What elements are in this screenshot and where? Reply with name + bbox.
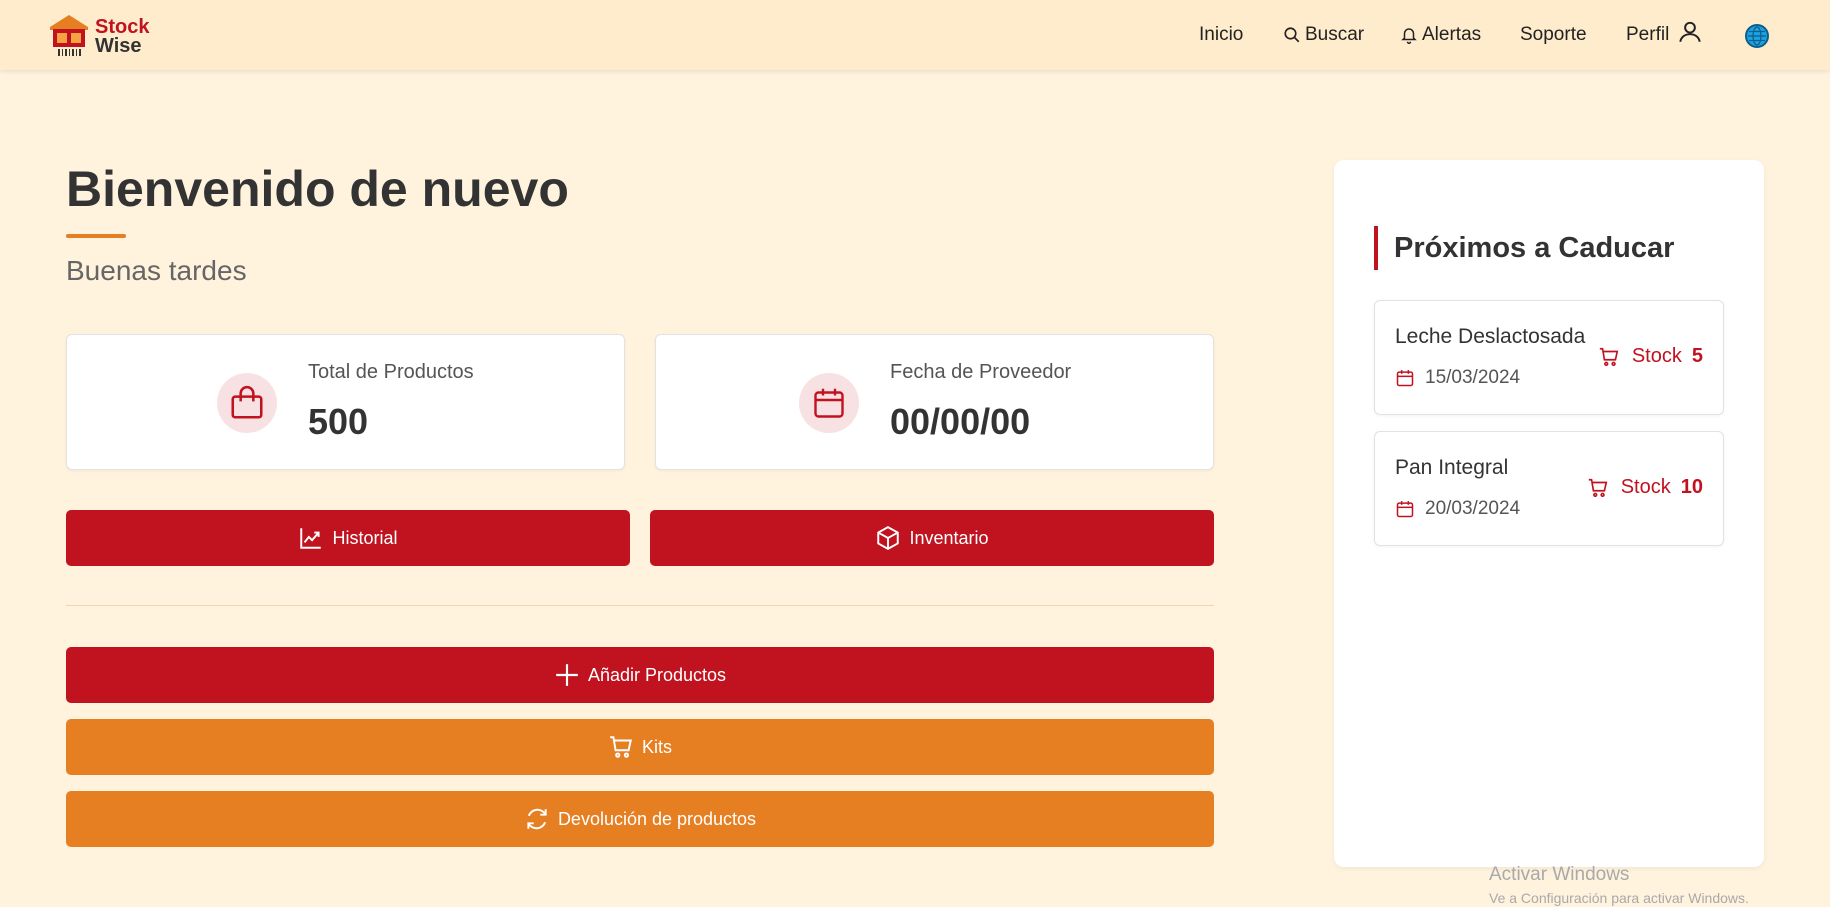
supplier-date-card: Fecha de Proveedor 00/00/00 xyxy=(655,334,1214,470)
stat-value: 500 xyxy=(308,401,369,442)
add-products-button[interactable]: Añadir Productos xyxy=(66,647,1214,703)
add-products-label: Añadir Productos xyxy=(587,664,727,685)
globe-icon[interactable] xyxy=(1745,24,1769,48)
section-divider xyxy=(66,605,1214,606)
kits-label: Kits xyxy=(641,736,672,757)
search-icon xyxy=(1284,27,1300,43)
inventario-label: Inventario xyxy=(909,527,989,548)
nav-buscar[interactable]: Buscar xyxy=(1283,22,1364,48)
top-navbar: Stock Wise Inicio Buscar Alertas Soporte… xyxy=(0,0,1830,70)
historial-button[interactable]: Historial xyxy=(66,510,630,566)
nav-inicio-label: Inicio xyxy=(1199,24,1244,45)
nav-perfil[interactable]: Perfil xyxy=(1626,21,1707,48)
greeting-text: Buenas tardes xyxy=(66,255,247,286)
stat-value: 00/00/00 xyxy=(890,401,1031,442)
logo-text-stock: Stock xyxy=(95,16,150,38)
watermark-line2: Ve a Configuración para activar Windows. xyxy=(1489,890,1749,906)
stock-label: Stock xyxy=(1631,345,1682,367)
stat-label: Total de Productos xyxy=(308,361,474,383)
warehouse-logo-icon xyxy=(50,15,88,56)
title-underline xyxy=(66,234,126,238)
chart-line-icon xyxy=(300,528,322,549)
historial-label: Historial xyxy=(332,527,398,548)
nav-buscar-label: Buscar xyxy=(1305,24,1365,45)
expiring-item-date: 20/03/2024 xyxy=(1395,498,1520,520)
inventario-button[interactable]: Inventario xyxy=(650,510,1214,566)
refresh-icon xyxy=(527,808,547,830)
logo-text-wise: Wise xyxy=(95,35,142,57)
stock-indicator: Stock 5 xyxy=(1598,345,1703,368)
expiring-item-name: Leche Deslactosada xyxy=(1395,325,1586,348)
watermark-line1: Activar Windows xyxy=(1489,864,1630,885)
calendar-icon xyxy=(799,373,859,433)
expiring-item-date: 15/03/2024 xyxy=(1395,367,1520,389)
nav-inicio[interactable]: Inicio xyxy=(1199,22,1243,48)
stockwise-logo[interactable]: Stock Wise xyxy=(48,13,158,58)
stock-count: 5 xyxy=(1691,345,1703,367)
calendar-icon xyxy=(1396,370,1414,387)
total-products-card: Total de Productos 500 xyxy=(66,334,625,470)
nav-alertas-label: Alertas xyxy=(1422,24,1482,45)
expiring-item-card[interactable]: Pan Integral 20/03/2024 Stock 10 xyxy=(1374,431,1724,546)
page-title: Bienvenido de nuevo xyxy=(66,161,569,217)
stock-label: Stock xyxy=(1620,476,1671,498)
expiring-title: Próximos a Caducar xyxy=(1394,232,1675,264)
returns-label: Devolución de productos xyxy=(557,808,757,829)
kits-button[interactable]: Kits xyxy=(66,719,1214,775)
expiring-item-name: Pan Integral xyxy=(1395,456,1509,479)
cart-icon xyxy=(1588,478,1607,497)
bell-icon xyxy=(1401,28,1417,44)
stock-count: 10 xyxy=(1680,476,1703,498)
expiring-date-value: 20/03/2024 xyxy=(1425,498,1521,519)
returns-button[interactable]: Devolución de productos xyxy=(66,791,1214,847)
stat-label: Fecha de Proveedor xyxy=(890,361,1072,383)
expiring-panel: Próximos a Caducar Leche Deslactosada 15… xyxy=(1334,160,1764,867)
expiring-date-value: 15/03/2024 xyxy=(1425,367,1521,388)
user-icon xyxy=(1679,21,1702,43)
calendar-icon xyxy=(1396,501,1414,518)
stock-indicator: Stock 10 xyxy=(1587,476,1703,499)
box-icon xyxy=(877,526,900,550)
nav-perfil-label: Perfil xyxy=(1626,24,1670,45)
shopping-bag-icon xyxy=(217,373,277,433)
cart-icon xyxy=(610,736,632,758)
windows-activation-watermark: Activar Windows Ve a Configuración para … xyxy=(1489,864,1749,906)
nav-soporte[interactable]: Soporte xyxy=(1520,22,1587,48)
cart-icon xyxy=(1599,347,1619,366)
plus-icon xyxy=(556,664,578,686)
expiring-item-card[interactable]: Leche Deslactosada 15/03/2024 Stock 5 xyxy=(1374,300,1724,415)
panel-accent-bar xyxy=(1374,226,1378,270)
nav-alertas[interactable]: Alertas xyxy=(1400,22,1481,48)
nav-soporte-label: Soporte xyxy=(1520,24,1587,45)
